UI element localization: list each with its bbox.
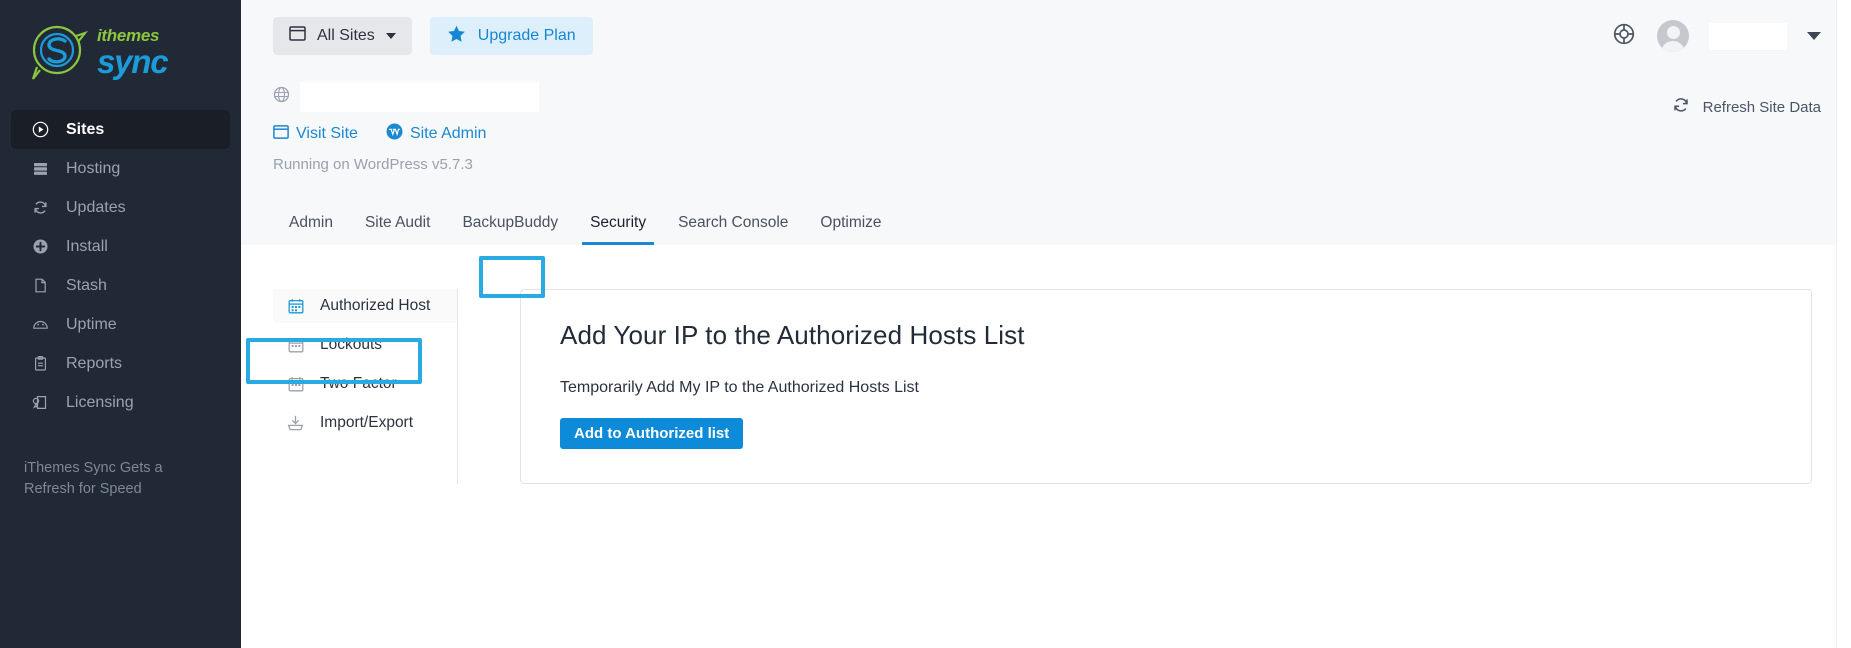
sidebar-nav: Sites Hosting Updates Install Stash Upti… [0, 110, 241, 422]
tab-label: BackupBuddy [462, 214, 559, 231]
submenu-item-label: Lockouts [320, 336, 383, 353]
sidebar: ithemes sync Sites Hosting Updates Insta… [0, 0, 241, 648]
calendar-icon [287, 337, 304, 354]
visit-site-link[interactable]: Visit Site [273, 124, 358, 144]
tab-security[interactable]: Security [574, 214, 662, 245]
card-title: Add Your IP to the Authorized Hosts List [560, 320, 1025, 350]
upgrade-plan-label: Upgrade Plan [477, 27, 576, 44]
gauge-icon [31, 316, 49, 334]
authorized-host-card: Add Your IP to the Authorized Hosts List… [520, 289, 1812, 484]
sidebar-item-label: Updates [66, 198, 126, 216]
server-icon [31, 160, 49, 178]
site-name-label [300, 82, 539, 112]
sidebar-item-label: Reports [66, 354, 123, 372]
sidebar-promo-note[interactable]: iThemes Sync Gets a Refresh for Speed [0, 458, 241, 500]
user-menu[interactable] [1657, 20, 1821, 52]
sidebar-item-label: Licensing [66, 393, 134, 411]
sidebar-item-label: Hosting [66, 159, 121, 177]
visit-site-label: Visit Site [296, 125, 358, 142]
top-toolbar-right [1613, 20, 1851, 52]
submenu-item-label: Authorized Host [320, 297, 431, 314]
tab-label: Optimize [820, 214, 882, 231]
submenu-item-label: Two Factor [320, 375, 397, 392]
sidebar-item-licensing[interactable]: Licensing [11, 383, 230, 422]
tab-backupbuddy[interactable]: BackupBuddy [446, 214, 574, 245]
site-name-row [273, 82, 1851, 112]
page-content: Authorized Host Lockouts Two Factor Impo… [241, 245, 1851, 484]
site-links: Visit Site Site Admin [273, 123, 1851, 145]
tab-site-audit[interactable]: Site Audit [349, 214, 447, 245]
main-area: All Sites Upgrade Plan Visit Site Site A… [241, 0, 1851, 648]
license-tag-icon [31, 394, 49, 412]
clipboard-icon [31, 355, 49, 373]
calendar-icon [287, 376, 304, 393]
sidebar-item-hosting[interactable]: Hosting [11, 149, 230, 188]
import-export-icon [287, 415, 304, 432]
sidebar-item-sites[interactable]: Sites [11, 110, 230, 149]
chevron-down-icon [1807, 32, 1821, 40]
tab-label: Site Audit [364, 214, 431, 231]
window-icon [273, 124, 289, 144]
refresh-site-data-label: Refresh Site Data [1702, 98, 1821, 116]
tab-optimize[interactable]: Optimize [804, 214, 897, 245]
submenu-item-two-factor[interactable]: Two Factor [273, 367, 457, 401]
tab-bar: Admin Site Audit BackupBuddy Security Se… [241, 173, 1851, 245]
sidebar-item-uptime[interactable]: Uptime [11, 305, 230, 344]
tab-search-console[interactable]: Search Console [662, 214, 804, 245]
top-toolbar: All Sites Upgrade Plan [241, 0, 1851, 72]
submenu-item-label: Import/Export [320, 414, 414, 431]
page-header: All Sites Upgrade Plan Visit Site Site A… [241, 0, 1851, 245]
file-icon [31, 277, 49, 295]
all-sites-label: All Sites [317, 27, 375, 44]
plus-circle-icon [31, 238, 49, 256]
submenu-item-import-export[interactable]: Import/Export [273, 406, 457, 440]
sidebar-item-label: Stash [66, 276, 107, 294]
chevron-down-icon [385, 33, 396, 39]
avatar [1657, 20, 1689, 52]
wordpress-icon [386, 123, 403, 145]
tab-label: Admin [289, 214, 333, 231]
add-to-authorized-list-button[interactable]: Add to Authorized list [560, 418, 744, 449]
user-name-label [1709, 22, 1787, 50]
sync-s-logo-icon [26, 22, 89, 82]
security-submenu: Authorized Host Lockouts Two Factor Impo… [273, 289, 458, 484]
sidebar-item-label: Uptime [66, 315, 117, 333]
app-root: ithemes sync Sites Hosting Updates Insta… [0, 0, 1851, 648]
submenu-item-lockouts[interactable]: Lockouts [273, 328, 457, 362]
refresh-icon [1672, 96, 1690, 118]
sidebar-item-label: Sites [66, 120, 105, 138]
site-admin-label: Site Admin [409, 125, 487, 142]
sidebar-item-updates[interactable]: Updates [11, 188, 230, 227]
lifesaver-icon[interactable] [1613, 23, 1635, 50]
card-subtitle: Temporarily Add My IP to the Authorized … [560, 379, 919, 396]
sidebar-item-stash[interactable]: Stash [11, 266, 230, 305]
window-icon [289, 26, 306, 46]
upgrade-plan-button[interactable]: Upgrade Plan [429, 17, 593, 55]
sidebar-item-install[interactable]: Install [11, 227, 230, 266]
star-icon [447, 25, 466, 48]
tab-label: Search Console [678, 214, 789, 231]
play-circle-icon [31, 121, 49, 139]
all-sites-button[interactable]: All Sites [273, 17, 412, 55]
sidebar-item-label: Install [66, 237, 108, 255]
brand-top-text: ithemes [97, 25, 160, 45]
site-info: Visit Site Site Admin Running on WordPre… [241, 72, 1851, 173]
page-right-edge [1836, 0, 1851, 648]
refresh-icon [31, 199, 49, 217]
tab-admin[interactable]: Admin [273, 214, 349, 245]
submenu-item-authorized-host[interactable]: Authorized Host [273, 289, 457, 323]
brand-logo[interactable]: ithemes sync [0, 0, 241, 104]
wordpress-version-text: Running on WordPress v5.7.3 [273, 156, 473, 173]
refresh-site-data-button[interactable]: Refresh Site Data [1672, 96, 1821, 118]
brand-bottom-text: sync [97, 42, 169, 80]
site-admin-link[interactable]: Site Admin [386, 123, 486, 145]
globe-icon [273, 86, 290, 108]
sidebar-item-reports[interactable]: Reports [11, 344, 230, 383]
calendar-icon [287, 298, 304, 315]
tab-label: Security [590, 214, 647, 231]
